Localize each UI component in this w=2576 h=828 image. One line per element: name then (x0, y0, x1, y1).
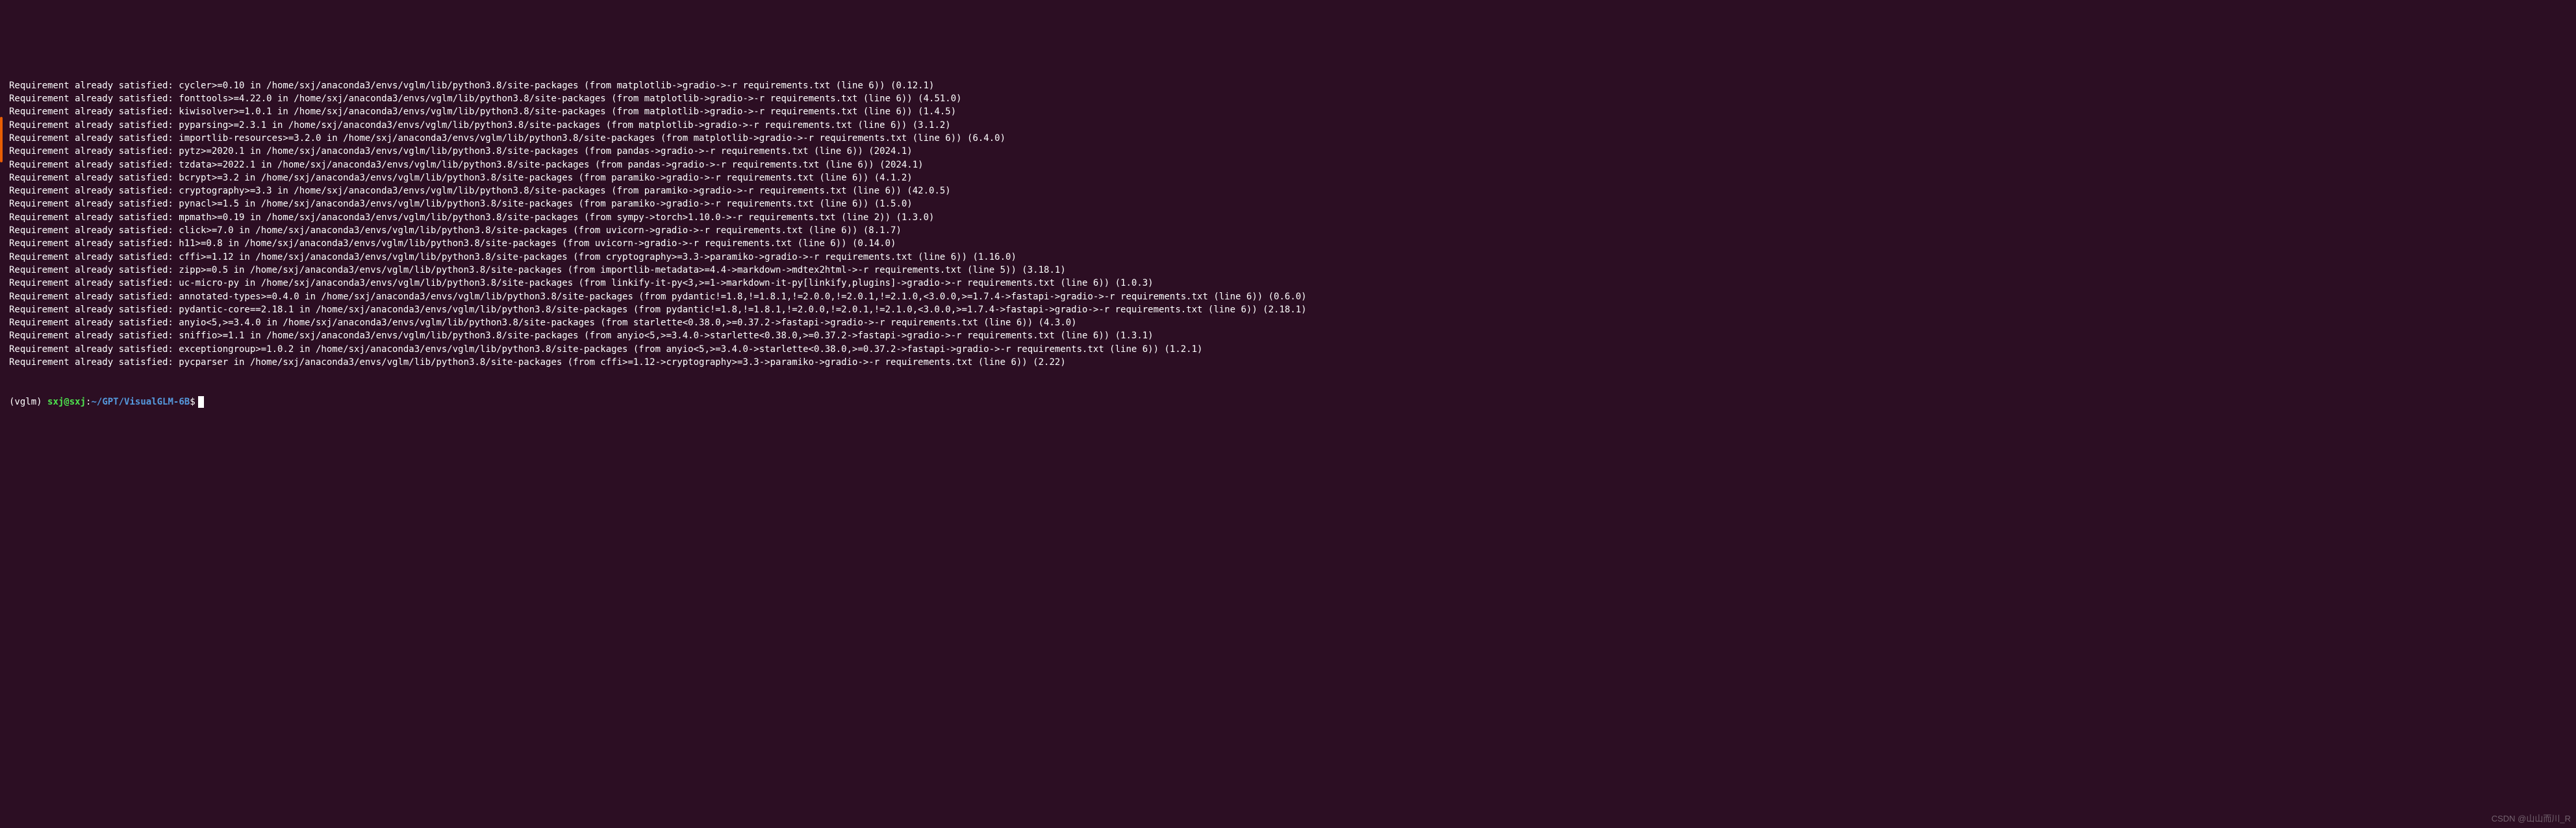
pip-output-line: Requirement already satisfied: cffi>=1.1… (9, 251, 2573, 264)
pip-output-line: Requirement already satisfied: kiwisolve… (9, 105, 2573, 118)
prompt-env: (vglm) (9, 395, 47, 408)
terminal-output: Requirement already satisfied: cycler>=0… (3, 79, 2573, 370)
pip-output-line: Requirement already satisfied: anyio<5,>… (9, 316, 2573, 329)
pip-output-line: Requirement already satisfied: tzdata>=2… (9, 158, 2573, 171)
pip-output-line: Requirement already satisfied: mpmath>=0… (9, 211, 2573, 224)
pip-output-line: Requirement already satisfied: pynacl>=1… (9, 197, 2573, 210)
pip-output-line: Requirement already satisfied: pydantic-… (9, 303, 2573, 316)
prompt-colon: : (86, 395, 91, 408)
pip-output-line: Requirement already satisfied: zipp>=0.5… (9, 264, 2573, 277)
watermark: CSDN @山山而川_R (2492, 812, 2571, 825)
prompt-path: ~/GPT/VisualGLM-6B (91, 395, 190, 408)
pip-output-line: Requirement already satisfied: uc-micro-… (9, 277, 2573, 290)
pip-output-line: Requirement already satisfied: cycler>=0… (9, 79, 2573, 92)
pip-output-line: Requirement already satisfied: pyparsing… (9, 119, 2573, 132)
pip-output-line: Requirement already satisfied: annotated… (9, 290, 2573, 303)
pip-output-line: Requirement already satisfied: sniffio>=… (9, 329, 2573, 342)
pip-output-line: Requirement already satisfied: importlib… (9, 132, 2573, 145)
pip-output-line: Requirement already satisfied: h11>=0.8 … (9, 237, 2573, 250)
pip-output-line: Requirement already satisfied: fonttools… (9, 92, 2573, 105)
prompt-dollar: $ (190, 395, 195, 408)
pip-output-line: Requirement already satisfied: bcrypt>=3… (9, 171, 2573, 184)
scrollbar-indicator[interactable] (0, 117, 3, 162)
pip-output-line: Requirement already satisfied: cryptogra… (9, 184, 2573, 197)
pip-output-line: Requirement already satisfied: click>=7.… (9, 224, 2573, 237)
prompt-user-host: sxj@sxj (47, 395, 86, 408)
pip-output-line: Requirement already satisfied: exception… (9, 343, 2573, 356)
pip-output-line: Requirement already satisfied: pycparser… (9, 356, 2573, 369)
pip-output-line: Requirement already satisfied: pytz>=202… (9, 145, 2573, 158)
cursor-icon (198, 396, 204, 408)
shell-prompt[interactable]: (vglm) sxj@sxj : ~/GPT/VisualGLM-6B $ (9, 395, 2573, 408)
